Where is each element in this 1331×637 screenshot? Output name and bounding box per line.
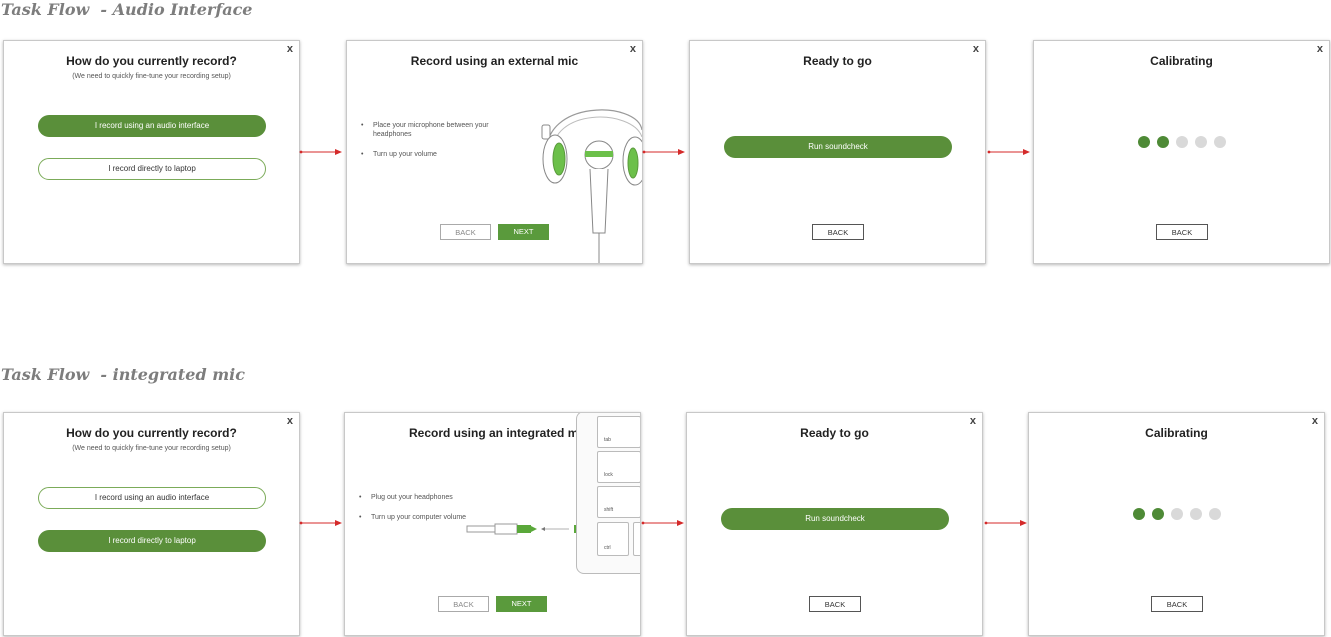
card-recording-method: x How do you currently record? (We need … — [3, 412, 300, 636]
flow-arrow — [299, 520, 342, 526]
headphone-jack-illustration — [466, 523, 580, 535]
progress-dot-empty — [1213, 136, 1226, 148]
progress-dot-empty — [1194, 136, 1207, 148]
card-title: How do you currently record? — [66, 54, 237, 68]
keyboard-key — [633, 522, 640, 556]
back-button[interactable]: BACK — [1156, 224, 1208, 240]
card-subtitle: (We need to quickly fine-tune your recor… — [72, 73, 231, 80]
laptop-option-button[interactable]: I record directly to laptop — [38, 158, 266, 180]
card-subtitle: (We need to quickly fine-tune your recor… — [72, 445, 231, 452]
next-button[interactable]: NEXT — [496, 596, 547, 612]
back-button[interactable]: BACK — [438, 596, 489, 612]
card-title: How do you currently record? — [66, 426, 237, 440]
progress-dot-filled — [1137, 136, 1150, 148]
flow-arrow — [642, 149, 685, 155]
back-button[interactable]: BACK — [1151, 596, 1203, 612]
card-title: Record using an integrated mic — [409, 426, 589, 440]
progress-dot-filled — [1156, 136, 1169, 148]
flow-arrow — [984, 520, 1027, 526]
card-external-mic: x Record using an external mic Place you… — [346, 40, 643, 264]
card-recording-method: x How do you currently record? (We need … — [3, 40, 300, 264]
flow-arrow — [299, 149, 342, 155]
card-title: Record using an external mic — [410, 54, 579, 68]
back-button[interactable]: BACK — [440, 224, 491, 240]
flow-title-audio-interface: Task Flow - Audio Interface — [1, 0, 253, 19]
card-title: Ready to go — [803, 54, 872, 68]
audio-interface-option-button[interactable]: I record using an audio interface — [38, 487, 266, 509]
card-calibrating: x Calibrating BACK — [1033, 40, 1330, 264]
card-calibrating: x Calibrating BACK — [1028, 412, 1325, 636]
back-button[interactable]: BACK — [812, 224, 864, 240]
keyboard-key: shift — [597, 486, 640, 518]
progress-dot-empty — [1175, 136, 1188, 148]
laptop-option-button[interactable]: I record directly to laptop — [38, 530, 266, 552]
keyboard-key: lock — [597, 451, 640, 483]
card-ready: x Ready to go Run soundcheck BACK — [686, 412, 983, 636]
run-soundcheck-button[interactable]: Run soundcheck — [724, 136, 952, 158]
audio-interface-option-button[interactable]: I record using an audio interface — [38, 115, 266, 137]
flow-arrow — [641, 520, 684, 526]
card-title: Calibrating — [1150, 54, 1213, 68]
instruction-item: Turn up your volume — [361, 150, 511, 159]
progress-dot-filled — [1132, 508, 1145, 520]
instruction-item: Place your microphone between your headp… — [361, 121, 511, 139]
instruction-item: Plug out your headphones — [359, 493, 509, 502]
progress-dots — [1034, 136, 1329, 148]
progress-dot-empty — [1208, 508, 1221, 520]
keyboard-key: ctrl — [597, 522, 629, 556]
card-title: Ready to go — [800, 426, 869, 440]
next-button[interactable]: NEXT — [498, 224, 549, 240]
back-button[interactable]: BACK — [809, 596, 861, 612]
run-soundcheck-button[interactable]: Run soundcheck — [721, 508, 949, 530]
keyboard-key: tab — [597, 416, 640, 448]
instruction-list: Place your microphone between your headp… — [361, 121, 511, 170]
headphones-mic-illustration — [541, 109, 642, 263]
progress-dot-empty — [1170, 508, 1183, 520]
progress-dots — [1029, 508, 1324, 520]
keyboard-illustration: tab lock shift ctrl — [576, 413, 640, 574]
card-integrated-mic: x Record using an integrated mic Plug ou… — [344, 412, 641, 636]
flow-arrow — [987, 149, 1030, 155]
progress-dot-filled — [1151, 508, 1164, 520]
card-ready: x Ready to go Run soundcheck BACK — [689, 40, 986, 264]
progress-dot-empty — [1189, 508, 1202, 520]
flow-title-integrated-mic: Task Flow - integrated mic — [1, 365, 245, 384]
card-title: Calibrating — [1145, 426, 1208, 440]
